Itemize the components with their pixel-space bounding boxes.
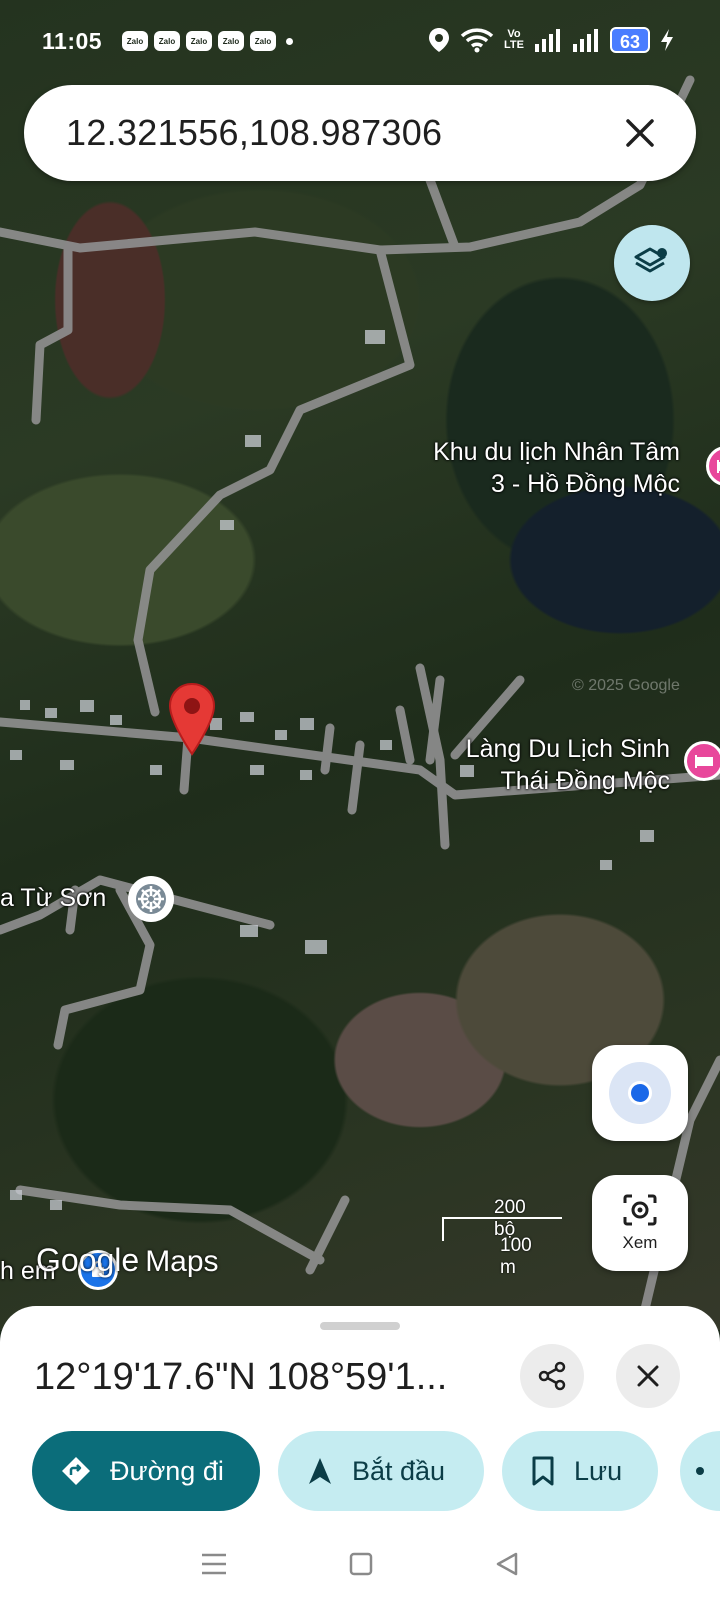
drag-handle[interactable] [320,1322,400,1330]
poi-label-text: Làng Du Lịch Sinh Thái Đồng Mộc [465,735,670,795]
google-maps-logo: Google Maps [36,1242,219,1279]
map-copyright: © 2025 Google [572,677,680,694]
system-nav-bar [0,1520,720,1608]
view-label: Xem [622,1233,658,1252]
zalo-icon: Zalo [154,31,180,51]
logo-google: Google [36,1242,140,1278]
layers-icon [634,247,667,273]
close-icon [637,1365,659,1387]
camera-icon [623,1194,657,1226]
poi-label-lang-du-lich[interactable]: Làng Du Lịch Sinh Thái Đồng Mộc [466,733,670,797]
share-button[interactable] [520,1344,584,1408]
directions-label: Đường đi [110,1455,224,1486]
place-title: 12°19'17.6"N 108°59'1... [34,1356,448,1398]
battery-level: 63 [609,27,650,53]
more-actions-chip[interactable] [680,1431,720,1511]
scale-metric: 100 m [500,1235,532,1278]
bookmark-icon [532,1456,554,1486]
poi-label-text: a Từ Sơn [0,884,107,912]
status-bar: 11:05 Zalo Zalo Zalo Zalo Zalo Vo LTE 63 [0,0,720,80]
charging-icon [661,29,673,51]
zalo-icon: Zalo [122,31,148,51]
my-location-button[interactable] [592,1045,688,1141]
notification-icons: Zalo Zalo Zalo Zalo Zalo [122,31,293,51]
zalo-icon: Zalo [218,31,244,51]
my-location-icon [609,1062,671,1124]
status-time: 11:05 [42,28,103,54]
directions-icon [62,1457,90,1485]
signal-icon [572,29,598,52]
temple-icon[interactable] [128,876,174,922]
signal-icon [534,29,560,52]
poi-label-text: Khu du lịch Nhân Tâm 3 - Hồ Đồng Mộc [433,438,680,498]
status-indicators: Vo LTE 63 [428,27,674,53]
start-button[interactable]: Bắt đầu [278,1431,484,1511]
menu-icon[interactable] [200,1552,228,1576]
poi-label-nhan-tam[interactable]: Khu du lịch Nhân Tâm 3 - Hồ Đồng Mộc [433,436,680,500]
volte-bottom: LTE [504,39,524,51]
search-input[interactable]: 12.321556,108.987306 [66,112,620,154]
hotel-icon[interactable] [684,741,720,781]
layers-button[interactable] [614,225,690,301]
location-icon [429,28,449,52]
save-label: Lưu [574,1455,623,1486]
navigation-arrow-icon [309,1458,331,1484]
save-button[interactable]: Lưu [502,1431,658,1511]
action-chips: Đường đi Bắt đầu Lưu [32,1431,658,1511]
directions-button[interactable]: Đường đi [32,1431,260,1511]
zalo-icon: Zalo [250,31,276,51]
dropped-pin[interactable] [168,682,216,761]
volte-indicator: Vo LTE [504,29,524,51]
close-sheet-button[interactable] [616,1344,680,1408]
logo-maps: Maps [145,1245,219,1278]
back-icon[interactable] [494,1551,520,1577]
close-icon[interactable] [620,113,660,153]
home-icon[interactable] [348,1551,374,1577]
search-bar[interactable]: 12.321556,108.987306 [24,85,696,181]
more-dot [696,1467,704,1475]
more-notifications-dot [286,37,293,45]
zalo-icon: Zalo [186,31,212,51]
poi-label-tu-son[interactable]: a Từ Sơn [0,882,106,914]
share-icon [538,1361,566,1391]
wifi-icon [460,28,494,53]
view-button[interactable]: Xem [592,1175,688,1271]
start-label: Bắt đầu [352,1455,446,1486]
